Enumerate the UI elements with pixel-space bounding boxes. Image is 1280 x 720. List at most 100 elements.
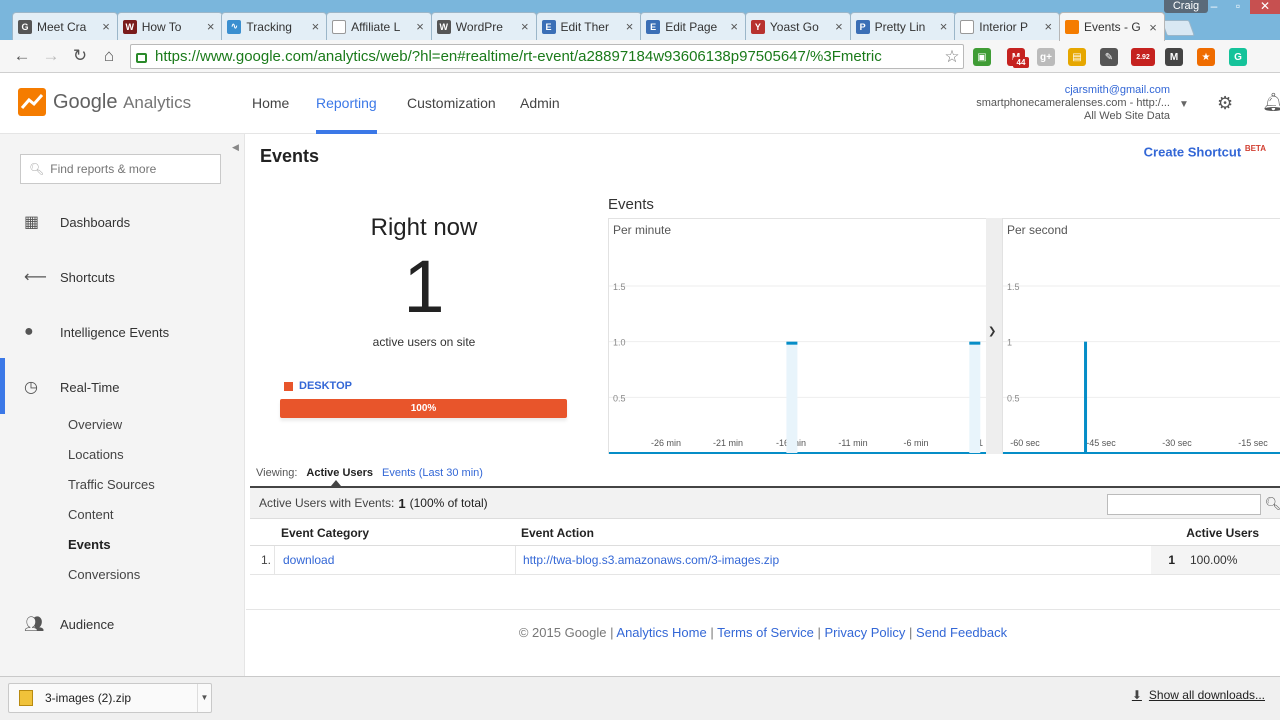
ext-m-icon[interactable]: M [1165,48,1183,66]
grammarly-icon[interactable]: G [1229,48,1247,66]
account-property: smartphonecameralenses.com - http:/... [976,97,1170,109]
favicon-icon: E [541,19,556,34]
browser-tab[interactable]: Interior P × [954,12,1061,40]
tab-title: How To [141,19,182,34]
browser-tab[interactable]: E Edit Page × [640,12,747,40]
analytics-logo-icon [18,88,46,116]
main-content: Events Create Shortcut BETA Right now 1 … [246,134,1280,676]
browser-tab[interactable]: ∿ Tracking × [221,12,328,40]
device-legend: DESKTOP [284,380,352,392]
table-header: Event Category Event Action Active Users [250,519,1280,546]
chevron-down-icon[interactable]: ▼ [1179,99,1189,110]
bell-icon[interactable]: 🔔︎ [1262,92,1280,113]
close-tab-icon[interactable]: × [728,19,740,34]
close-tab-icon[interactable]: × [1147,20,1159,35]
chevron-right-icon[interactable]: ❯ [988,326,996,337]
chevron-down-icon[interactable]: ▼ [197,684,211,712]
create-shortcut-link[interactable]: Create Shortcut BETA [1144,144,1266,159]
nav-home[interactable]: Home [252,95,289,111]
browser-tab[interactable]: E Edit Ther × [535,12,642,40]
close-tab-icon[interactable]: × [309,19,321,34]
bar [969,341,981,345]
ext-green-icon[interactable]: ▣ [973,48,991,66]
favicon-icon [332,19,347,34]
download-item[interactable]: 3-images (2).zip ▼ [8,683,212,713]
sidebar-sub-content[interactable]: Content [68,507,114,522]
sidebar-sub-traffic-sources[interactable]: Traffic Sources [68,477,155,492]
close-tab-icon[interactable]: × [414,19,426,34]
tab-active-users[interactable]: Active Users [306,467,373,479]
close-tab-icon[interactable]: × [205,19,217,34]
row-event-action[interactable]: http://twa-blog.s3.amazonaws.com/3-image… [523,553,779,567]
sidebar-item-dashboards[interactable]: ▦ Dashboards [0,207,245,237]
sidebar-item-intelligence[interactable]: ● Intelligence Events [0,317,245,347]
col-active-users[interactable]: Active Users [1186,526,1259,540]
browser-tab[interactable]: G Meet Cra × [12,12,118,40]
collapse-sidebar-icon[interactable]: ◀ [232,142,239,153]
close-tab-icon[interactable]: × [624,19,636,34]
forward-icon[interactable]: → [40,45,62,67]
footer-copyright: © 2015 Google [518,625,607,640]
ext-speed-icon[interactable]: 2.92 [1131,48,1155,66]
bookmark-star-icon[interactable]: ☆ [941,47,963,67]
sidebar-sub-locations[interactable]: Locations [68,447,124,462]
footer-privacy[interactable]: Privacy Policy [825,625,906,640]
account-selector[interactable]: cjarsmith@gmail.com smartphonecameralens… [976,84,1170,123]
browser-tab[interactable]: Y Yoast Go × [744,12,851,40]
new-tab-button[interactable] [1161,20,1195,36]
per-minute-chart: Per minute 1.5 1.0 0.5 -26 min -21 min -16 mi… [608,218,987,454]
col-event-category[interactable]: Event Category [281,526,369,540]
ext-g-icon[interactable]: g+ [1037,48,1055,66]
ext-star-icon[interactable]: ★ [1197,48,1215,66]
row-event-category[interactable]: download [283,553,334,567]
sidebar-sub-conversions[interactable]: Conversions [68,567,140,582]
browser-tab[interactable]: P Pretty Lin × [849,12,956,40]
browser-tab[interactable]: Events - G × [1059,12,1165,41]
browser-tab[interactable]: W How To × [116,12,223,40]
browser-tab[interactable]: Affiliate L × [326,12,433,40]
nav-reporting[interactable]: Reporting [316,95,377,111]
tab-title: Events - G [1084,20,1141,34]
minimize-icon[interactable]: – [1202,0,1226,14]
table-search-input[interactable] [1107,494,1261,515]
browser-tab[interactable]: W WordPre × [430,12,537,40]
nav-customization[interactable]: Customization [407,95,496,111]
browser-toolbar: ← → ↻ ⌂ https://www.google.com/analytics… [0,40,1280,73]
sidebar-sub-events[interactable]: Events [68,537,111,552]
nav-admin[interactable]: Admin [520,95,560,111]
active-users-count: 1 [403,245,445,328]
maximize-icon[interactable]: ▫ [1226,0,1250,14]
sidebar-item-audience[interactable]: 👥︎ Audience [0,609,245,639]
footer-feedback[interactable]: Send Feedback [916,625,1007,640]
address-bar[interactable]: https://www.google.com/analytics/web/?hl… [130,44,964,69]
close-tab-icon[interactable]: × [519,19,531,34]
close-tab-icon[interactable]: × [1042,19,1054,34]
viewing-label: Viewing: [256,467,298,479]
reload-icon[interactable]: ↻ [69,45,91,67]
show-all-downloads-link[interactable]: ⬇ Show all downloads... [1132,688,1265,702]
home-icon[interactable]: ⌂ [98,45,120,67]
footer: © 2015 Google | Analytics Home | Terms o… [246,609,1280,649]
tab-events-last-30[interactable]: Events (Last 30 min) [382,467,483,479]
ext-eyedropper-icon[interactable]: ✎ [1100,48,1118,66]
sidebar-sub-overview[interactable]: Overview [68,417,122,432]
col-event-action[interactable]: Event Action [521,526,594,540]
ext-yellow-icon[interactable]: ▤ [1068,48,1086,66]
search-icon[interactable]: 🔍︎ [1264,493,1280,515]
footer-terms[interactable]: Terms of Service [717,625,814,640]
report-search[interactable]: 🔍︎ [20,154,221,184]
x-tick-label: -26 min [651,438,681,448]
favicon-icon [1065,20,1079,34]
sidebar-item-realtime[interactable]: ◷ Real-Time [0,358,245,414]
sidebar-item-shortcuts[interactable]: ⟵ Shortcuts [0,262,245,292]
close-tab-icon[interactable]: × [938,19,950,34]
close-window-icon[interactable]: ✕ [1250,0,1280,14]
back-icon[interactable]: ← [11,45,33,67]
report-search-input[interactable] [50,162,220,176]
footer-analytics-home[interactable]: Analytics Home [616,625,706,640]
close-tab-icon[interactable]: × [100,19,112,34]
close-tab-icon[interactable]: × [833,19,845,34]
analytics-logo[interactable]: Google Analytics [53,91,191,114]
gear-icon[interactable]: ⚙ [1217,93,1233,114]
desktop-swatch [284,381,293,391]
